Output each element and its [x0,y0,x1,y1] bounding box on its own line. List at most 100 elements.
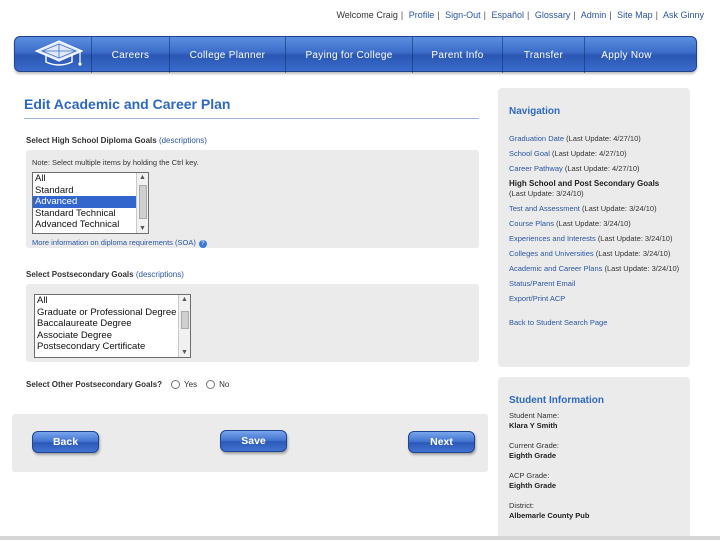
diploma-more-info-link[interactable]: More information on diploma requirements… [32,238,207,248]
list-item[interactable]: All [35,295,190,307]
espanol-link[interactable]: Español [491,10,524,20]
nav-link[interactable]: Test and Assessment [509,204,580,213]
navigation-title: Navigation [509,106,561,117]
scroll-up-icon[interactable]: ▲ [181,296,188,303]
last-update: (Last Update: 4/27/10) [551,149,627,158]
nav-item-test-assessment: Test and Assessment (Last Update: 3/24/1… [509,204,685,214]
nav-link[interactable]: Status/Parent Email [509,279,575,288]
nav-parent-info[interactable]: Parent Info [412,37,502,73]
scroll-up-icon[interactable]: ▲ [139,174,146,181]
help-icon[interactable]: ? [198,240,207,248]
field-value: Eighth Grade [509,451,557,460]
profile-link[interactable]: Profile [409,10,435,20]
scroll-down-icon[interactable]: ▼ [139,225,146,232]
nav-apply-now[interactable]: Apply Now [584,37,668,73]
glossary-link[interactable]: Glossary [535,10,571,20]
next-button[interactable]: Next [408,431,475,453]
scroll-thumb[interactable] [139,185,147,219]
nav-link[interactable]: Graduation Date [509,134,564,143]
utility-links: Welcome Craig | Profile | Sign-Out | Españo… [336,10,704,20]
other-goals-yes-radio[interactable] [171,380,181,389]
field-label: ACP Grade: [509,471,550,480]
nav-link-current[interactable]: High School and Post Secondary Goals [509,179,659,188]
field-value: Klara Y Smith [509,421,558,430]
list-item[interactable]: All [33,173,148,185]
nav-transfer[interactable]: Transfer [502,37,584,73]
student-info-panel: Student Information Student Name: Klara Y… [498,377,690,540]
sign-out-link[interactable]: Sign-Out [445,10,481,20]
nav-item-experiences-interests: Experiences and Interests (Last Update: … [509,234,685,244]
scrollbar[interactable]: ▲ ▼ [136,173,148,233]
field-label: District: [509,501,534,510]
list-item[interactable]: Associate Degree [35,330,190,342]
list-item[interactable]: Advanced Technical [33,219,148,231]
nav-item-colleges-universities: Colleges and Universities (Last Update: … [509,249,685,259]
nav-item-status-parent-email: Status/Parent Email [509,279,685,289]
diploma-goals-select[interactable]: All Standard Advanced Standard Technical… [32,172,149,234]
site-map-link[interactable]: Site Map [617,10,653,20]
list-item[interactable]: Standard Technical [33,208,148,220]
yes-label: Yes [184,380,198,389]
nav-link[interactable]: Academic and Career Plans [509,264,602,273]
diploma-descriptions-link[interactable]: (descriptions) [159,136,207,145]
current-grade-field: Current Grade: Eighth Grade [509,441,685,461]
admin-link[interactable]: Admin [581,10,607,20]
nav-college-planner[interactable]: College Planner [169,37,285,73]
nav-careers[interactable]: Careers [91,37,169,73]
postsecondary-descriptions-link[interactable]: (descriptions) [136,270,184,279]
postsecondary-goals-box: All Graduate or Professional Degree Bacc… [26,284,479,362]
nav-item-academic-career-plans: Academic and Career Plans (Last Update: … [509,264,685,274]
acp-grade-field: ACP Grade: Eighth Grade [509,471,685,491]
save-button[interactable]: Save [220,430,287,452]
page-title: Edit Academic and Career Plan [24,96,231,112]
scrollbar[interactable]: ▲ ▼ [178,295,190,357]
diploma-goals-text: Select High School Diploma Goals [26,136,157,145]
nav-paying-for-college[interactable]: Paying for College [285,37,412,73]
ask-ginny-link[interactable]: Ask Ginny [663,10,704,20]
multi-select-note: Note: Select multiple items by holding t… [32,158,199,167]
student-info-list: Student Name: Klara Y Smith Current Grade… [509,411,685,531]
main-panel: Edit Academic and Career Plan Select Hig… [12,88,488,472]
logo-icon[interactable] [21,39,97,69]
last-update: (Last Update: 3/24/10) [595,249,671,258]
nav-link[interactable]: Colleges and Universities [509,249,594,258]
postsecondary-goals-label: Select Postsecondary Goals (descriptions… [26,270,184,279]
field-value: Albemarle County Pub [509,511,590,520]
list-item[interactable]: Postsecondary Certificate [35,341,190,353]
back-to-search-link[interactable]: Back to Student Search Page [509,318,607,327]
nav-link[interactable]: Course Plans [509,219,554,228]
list-item-selected[interactable]: Advanced [33,196,148,208]
nav-link[interactable]: Career Pathway [509,164,563,173]
list-item[interactable]: Baccalaureate Degree [35,318,190,330]
back-button[interactable]: Back [32,431,99,453]
last-update: (Last Update: 3/24/10) [556,219,631,228]
title-divider [24,118,479,119]
nav-item-course-plans: Course Plans (Last Update: 3/24/10) [509,219,685,229]
nav-item-back-to-search: Back to Student Search Page [509,318,685,328]
list-item[interactable]: Standard [33,185,148,197]
other-goals-row: Select Other Postsecondary Goals? Yes No [26,380,229,389]
no-label: No [219,380,230,389]
scroll-down-icon[interactable]: ▼ [181,349,188,356]
nav-item-graduation-date: Graduation Date (Last Update: 4/27/10) [509,134,685,144]
nav-item-export-print: Export/Print ACP [509,294,685,304]
last-update: (Last Update: 3/24/10) [581,204,657,213]
list-item[interactable]: Graduate or Professional Degree [35,307,190,319]
more-info-text[interactable]: More information on diploma requirements… [32,238,196,247]
navigation-panel: Navigation Graduation Date (Last Update:… [498,88,690,367]
nav-link[interactable]: Experiences and Interests [509,234,596,243]
scroll-thumb[interactable] [181,311,189,329]
field-value: Eighth Grade [509,481,557,490]
nav-link[interactable]: School Goal [509,149,550,158]
field-label: Current Grade: [509,441,560,450]
other-goals-no-radio[interactable] [206,380,216,389]
last-update: (Last Update: 4/27/10) [564,164,640,173]
diploma-goals-label: Select High School Diploma Goals (descri… [26,136,207,145]
window-bottom-edge [0,536,720,540]
postsecondary-goals-select[interactable]: All Graduate or Professional Degree Bacc… [34,294,191,358]
nav-link[interactable]: Export/Print ACP [509,294,565,303]
student-info-title: Student Information [509,395,604,406]
last-update: (Last Update: 3/24/10) [509,189,584,198]
nav-item-hs-postsecondary-goals: High School and Post Secondary Goals (Las… [509,179,685,199]
district-field: District: Albemarle County Pub [509,501,685,521]
